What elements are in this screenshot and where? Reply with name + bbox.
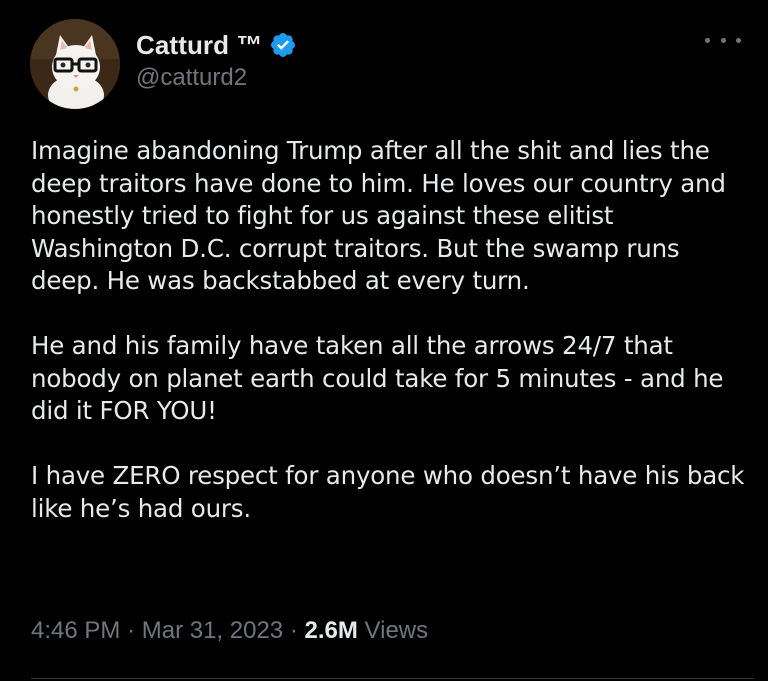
views-label: Views bbox=[364, 617, 429, 644]
avatar[interactable] bbox=[30, 19, 120, 109]
tweet-paragraph: He and his family have taken all the arr… bbox=[31, 331, 724, 425]
tweet-text: Imagine abandoning Trump after all the s… bbox=[31, 135, 751, 525]
meta-separator: · bbox=[289, 617, 298, 644]
tweet-metadata: 4:46 PM · Mar 31, 2023 · 2.6M Views bbox=[31, 617, 428, 645]
more-dot bbox=[705, 37, 710, 43]
tweet-paragraph: Imagine abandoning Trump after all the s… bbox=[31, 136, 726, 295]
more-options-icon[interactable] bbox=[705, 30, 741, 50]
more-dot bbox=[720, 37, 726, 43]
tweet-card: Catturd ™ @catturd2 Imagine abandoning T… bbox=[0, 0, 768, 681]
display-name[interactable]: Catturd ™ bbox=[136, 30, 263, 61]
author-name-row: Catturd ™ bbox=[136, 27, 297, 63]
cat-with-glasses-avatar bbox=[30, 19, 120, 109]
post-time[interactable]: 4:46 PM bbox=[31, 617, 120, 644]
verified-badge-icon bbox=[269, 31, 297, 59]
divider bbox=[31, 678, 754, 679]
meta-separator: · bbox=[127, 617, 136, 644]
author-handle[interactable]: @catturd2 bbox=[136, 64, 247, 92]
views-count: 2.6M bbox=[304, 617, 358, 644]
post-date[interactable]: Mar 31, 2023 bbox=[142, 617, 283, 644]
tweet-paragraph: I have ZERO respect for anyone who doesn… bbox=[31, 461, 745, 523]
more-dot bbox=[736, 37, 741, 43]
